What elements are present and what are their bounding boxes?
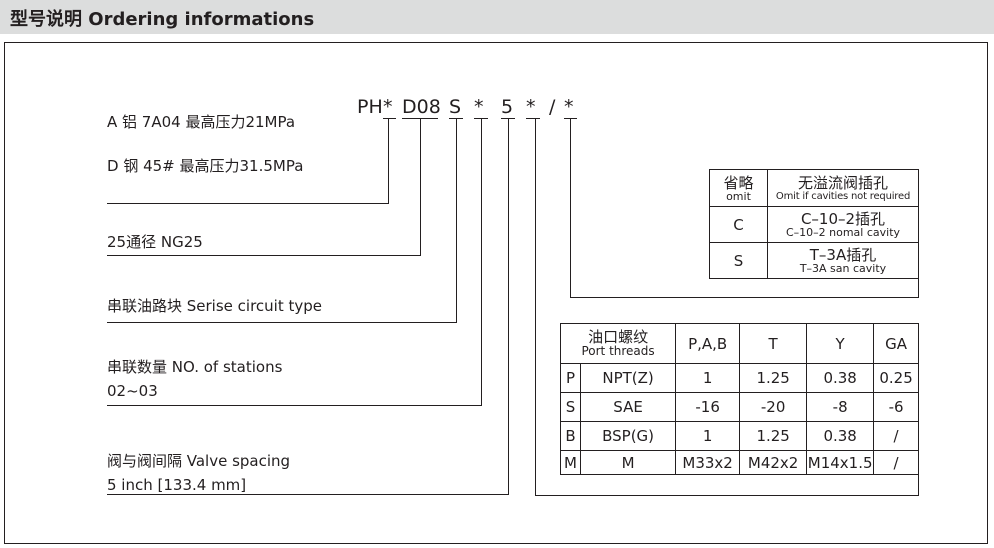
table-row: M M M33x2 M42x2 M14x1.5 / [560,450,919,475]
cavity-header-omit-en: omit [726,189,751,203]
leader-spacing-horizontal [107,494,509,495]
thread-header-cn: 油口螺纹 [588,328,649,346]
thread-value-cell: 0.38 [806,421,875,451]
leader-spacing-vertical [508,118,509,495]
thread-code-cell: P [560,363,581,393]
code-circuit-type: S [449,96,462,118]
thread-name-cell: BSP(G) [579,421,677,451]
leader-size-horizontal [107,255,421,256]
leader-cavity-up [918,279,919,298]
thread-name-cell: M [579,450,677,475]
material-option-d: D 钢 45# 最高压力31.5MPa [107,157,304,175]
thread-col-header: T [739,323,808,364]
thread-value-cell: M14x1.5 [806,450,875,475]
spacing-label: 阀与阀间隔 Valve spacing [107,452,291,470]
cavity-header-desc-cn: 无溢流阀插孔 [797,173,888,192]
leader-cavity-horizontal [570,297,919,298]
leader-circuit-horizontal [107,322,457,323]
cavity-desc-en: T–3A san cavity [799,262,887,275]
underline-thread [526,118,540,119]
cavity-table-header: 省略 omit 无溢流阀插孔 Omit if cavities not requ… [709,169,919,207]
thread-name-cell: SAE [579,392,677,422]
thread-value-cell: -16 [675,392,741,422]
thread-value-cell: 0.25 [873,363,919,393]
cavity-code-cell: S [709,242,768,279]
cavity-desc-cn: T–3A插孔 [809,246,877,264]
thread-value-cell: 1.25 [739,421,808,451]
code-separator: / [549,96,556,118]
leader-material-horizontal [107,203,389,204]
thread-header-title: 油口螺纹 Port threads [559,323,677,364]
thread-value-cell: 1 [675,421,741,451]
material-option-a: A 铝 7A04 最高压力21MPa [107,113,296,131]
thread-value-cell: -8 [806,392,875,422]
thread-code-cell: M [560,450,581,475]
cavity-desc-cn: C–10–2插孔 [800,210,886,228]
table-row: S SAE -16 -20 -8 -6 [560,392,919,422]
thread-value-cell: M33x2 [675,450,741,475]
cavity-header-omit-cn: 省略 [723,173,754,192]
table-row: B BSP(G) 1 1.25 0.38 / [560,421,919,451]
code-cavity-placeholder: * [564,96,574,118]
cavity-code-cell: C [709,206,768,243]
thread-col-header: P,A,B [675,323,741,364]
thread-value-cell: / [873,450,919,475]
leader-cavity-vertical [570,118,571,298]
thread-value-cell: 1 [675,363,741,393]
thread-value-cell: 1.25 [739,363,808,393]
cavity-table: 省略 omit 无溢流阀插孔 Omit if cavities not requ… [709,169,919,279]
cavity-desc-cell: T–3A插孔 T–3A san cavity [767,242,919,279]
table-row: S T–3A插孔 T–3A san cavity [709,242,919,279]
leader-thread-up [918,474,919,496]
table-row: P NPT(Z) 1 1.25 0.38 0.25 [560,363,919,393]
leader-thread-horizontal [535,495,919,496]
page-title: 型号说明 Ordering informations [10,9,315,30]
header-bar: 型号说明 Ordering informations [0,0,994,34]
cavity-header-omit: 省略 omit [709,169,768,207]
thread-table-header: 油口螺纹 Port threads P,A,B T Y GA [559,323,919,364]
code-spacing: 5 [501,96,514,118]
thread-value-cell: 0.38 [806,363,875,393]
thread-header-en: Port threads [581,344,655,358]
thread-value-cell: / [873,421,919,451]
cavity-header-desc: 无溢流阀插孔 Omit if cavities not required [767,169,919,207]
thread-col-header: GA [873,323,919,364]
leader-material-vertical [388,118,389,204]
cavity-desc-en: C–10–2 nomal cavity [785,226,901,239]
leader-thread-vertical [535,118,536,496]
thread-name-cell: NPT(Z) [579,363,677,393]
cavity-desc-cell: C–10–2插孔 C–10–2 nomal cavity [767,206,919,243]
spacing-value: 5 inch [133.4 mm] [107,476,247,494]
thread-code-cell: B [560,421,581,451]
thread-value-cell: M42x2 [739,450,808,475]
code-thread-placeholder: * [526,96,536,118]
thread-col-header: Y [806,323,875,364]
circuit-type-label: 串联油路块 Serise circuit type [107,297,322,315]
size-label: 25通径 NG25 [107,233,203,251]
code-stations-placeholder: * [474,96,484,118]
thread-value-cell: -20 [739,392,808,422]
underline-material [383,118,396,119]
cavity-header-desc-en: Omit if cavities not required [775,190,911,202]
stations-label: 串联数量 NO. of stations [107,358,283,376]
code-size: D08 [402,96,441,118]
port-thread-table: 油口螺纹 Port threads P,A,B T Y GA P NPT(Z) … [559,323,919,475]
code-prefix-ph: PH [357,96,383,118]
thread-value-cell: -6 [873,392,919,422]
leader-circuit-vertical [456,118,457,323]
code-material-placeholder: * [383,96,393,118]
leader-stations-vertical [481,118,482,406]
leader-stations-horizontal [107,405,482,406]
stations-range: 02~03 [107,382,158,400]
thread-code-cell: S [560,392,581,422]
leader-size-vertical [420,118,421,256]
table-row: C C–10–2插孔 C–10–2 nomal cavity [709,206,919,243]
